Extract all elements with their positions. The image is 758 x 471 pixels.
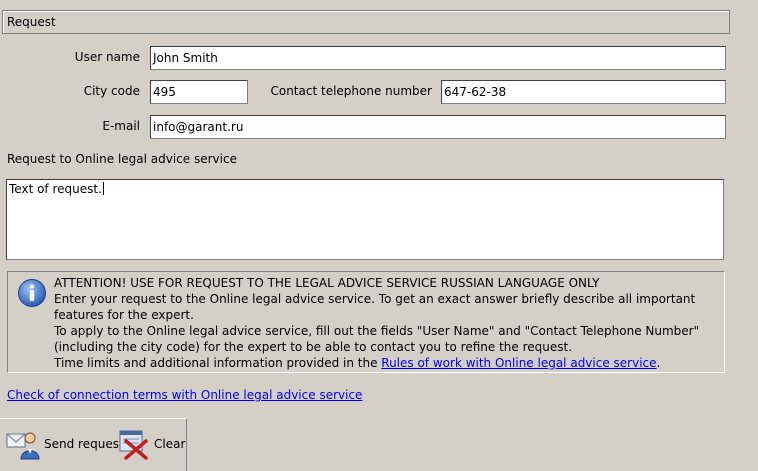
phone-label: Contact telephone number (270, 84, 432, 98)
info-icon (18, 279, 46, 307)
notice-line-1: Enter your request to the Online legal a… (54, 292, 696, 322)
section-title: Request (7, 15, 56, 29)
user-name-field[interactable]: John Smith (150, 46, 726, 70)
phone-field[interactable]: 647-62-38 (441, 80, 726, 104)
clear-icon (119, 430, 148, 460)
request-label: Request to Online legal advice service (7, 152, 237, 166)
city-code-field[interactable]: 495 (150, 80, 248, 104)
clear-label: Clear (154, 437, 186, 451)
user-name-label: User name (74, 50, 140, 64)
send-request-icon (6, 432, 40, 460)
email-field[interactable]: info@garant.ru (150, 115, 726, 139)
notice-line-3: Time limits and additional information p… (54, 355, 718, 371)
send-request-button[interactable]: Send request (6, 425, 124, 463)
text-caret (102, 182, 104, 195)
notice-heading: ATTENTION! USE FOR REQUEST TO THE LEGAL … (54, 276, 600, 290)
clear-button[interactable]: Clear (118, 425, 185, 463)
check-connection-link[interactable]: Check of connection terms with Online le… (7, 388, 362, 402)
send-request-label: Send request (44, 437, 124, 451)
notice-line-3-suffix: . (656, 356, 661, 370)
notice-line-3-prefix: Time limits and additional information p… (54, 356, 382, 370)
request-textarea[interactable]: Text of request. (6, 179, 724, 260)
city-code-label: City code (83, 84, 140, 98)
section-header: Request (2, 10, 730, 34)
email-label: E-mail (102, 119, 140, 133)
rules-link[interactable]: Rules of work with Online legal advice s… (381, 356, 656, 370)
notice-panel: ATTENTION! USE FOR REQUEST TO THE LEGAL … (7, 271, 725, 373)
request-text: Text of request. (9, 182, 102, 196)
toolbar: Send request Clear (0, 418, 187, 471)
notice-line-2: To apply to the Online legal advice serv… (54, 324, 700, 354)
